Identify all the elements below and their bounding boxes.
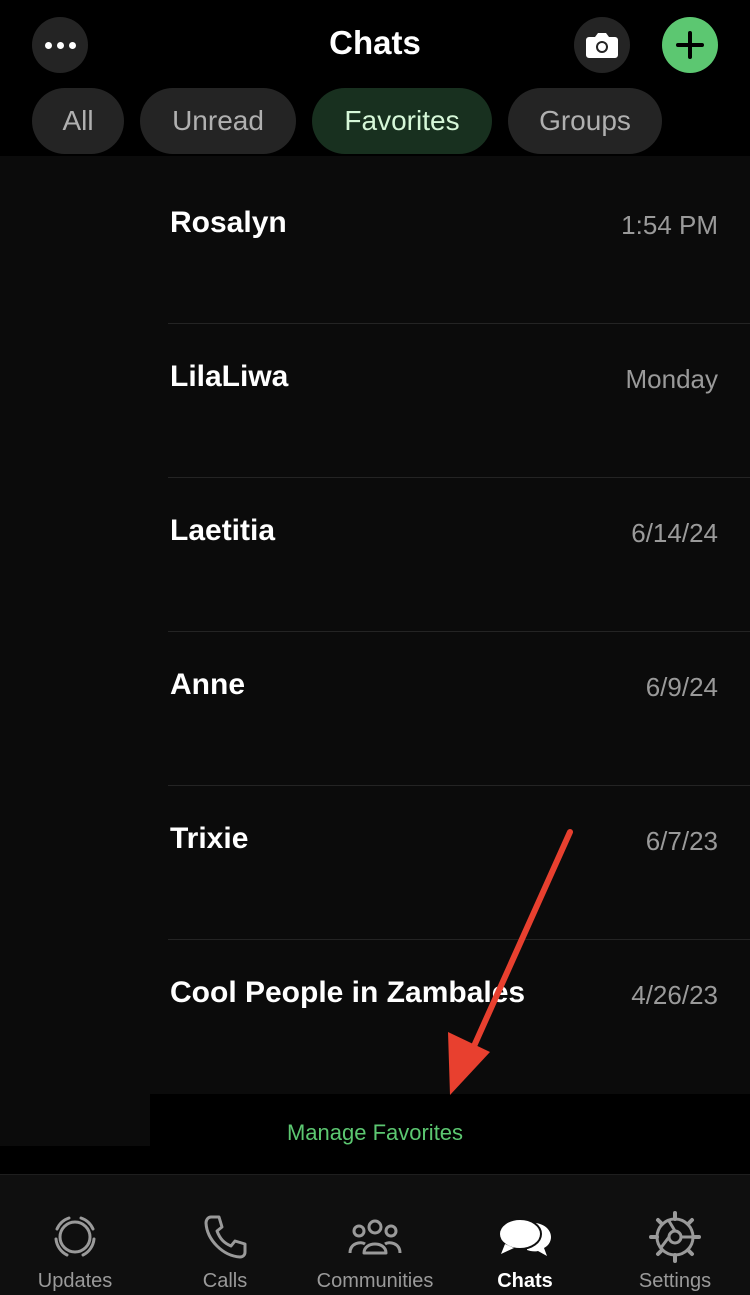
tab-label: Chats xyxy=(497,1270,553,1292)
tab-label: Settings xyxy=(638,1270,712,1292)
chat-time: 4/26/23 xyxy=(631,980,718,1010)
tab-label: Communities xyxy=(316,1270,434,1292)
updates-icon xyxy=(54,1216,96,1257)
tab-calls[interactable]: Calls xyxy=(150,1175,300,1295)
tab-label: Calls xyxy=(202,1270,248,1292)
tab-updates[interactable]: Updates xyxy=(0,1175,150,1295)
chat-row-anne[interactable]: Anne 6/9/24 xyxy=(168,632,750,786)
plus-icon xyxy=(676,31,704,59)
annotation-arrow-icon xyxy=(448,829,573,1095)
tab-bar: Updates Calls Communities Chats Settings xyxy=(0,1174,750,1295)
filter-all[interactable]: All xyxy=(32,88,124,154)
chat-time: 6/9/24 xyxy=(645,672,718,702)
communities-icon xyxy=(348,1219,402,1255)
new-chat-button[interactable] xyxy=(662,17,718,73)
chat-time: 1:54 PM xyxy=(621,210,718,240)
chat-row-lilaliwa[interactable]: LilaLiwa Monday xyxy=(168,324,750,478)
filter-favorites[interactable]: Favorites xyxy=(312,88,492,154)
filter-unread[interactable]: Unread xyxy=(140,88,296,154)
tab-chats[interactable]: Chats xyxy=(450,1175,600,1295)
chat-row-laetitia[interactable]: Laetitia 6/14/24 xyxy=(168,478,750,632)
tab-label: Updates xyxy=(37,1270,113,1292)
chat-row-rosalyn[interactable]: Rosalyn 1:54 PM xyxy=(168,170,750,324)
page-title: Chats xyxy=(329,24,421,61)
phone-icon xyxy=(204,1215,247,1259)
chat-name: Trixie xyxy=(170,822,249,855)
chats-icon xyxy=(498,1218,551,1256)
chat-time: Monday xyxy=(625,364,719,394)
tab-communities[interactable]: Communities xyxy=(300,1175,450,1295)
chat-name: Anne xyxy=(170,668,245,701)
chat-name: Rosalyn xyxy=(170,206,287,239)
filter-groups[interactable]: Groups xyxy=(508,88,662,154)
chat-name: LilaLiwa xyxy=(170,360,289,393)
camera-icon xyxy=(586,33,618,58)
chat-time: 6/14/24 xyxy=(631,518,718,548)
gear-icon xyxy=(649,1211,701,1263)
chat-name: Laetitia xyxy=(170,514,276,547)
chat-time: 6/7/23 xyxy=(645,826,718,856)
camera-button[interactable] xyxy=(574,17,630,73)
tab-settings[interactable]: Settings xyxy=(600,1175,750,1295)
